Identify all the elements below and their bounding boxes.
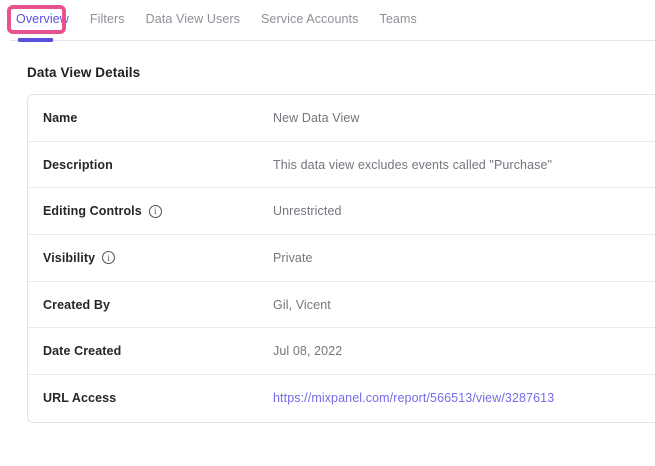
- row-value: Private: [273, 251, 313, 265]
- row-label-text: Created By: [43, 298, 110, 312]
- row-label-text: URL Access: [43, 391, 116, 405]
- active-tab-indicator: [18, 38, 53, 42]
- table-row-url-access: URL Access https://mixpanel.com/report/5…: [28, 375, 655, 422]
- row-label: Name: [28, 111, 273, 125]
- row-value: Jul 08, 2022: [273, 344, 342, 358]
- row-label-text: Editing Controls: [43, 204, 142, 218]
- tabs: Overview Filters Data View Users Service…: [16, 12, 438, 26]
- tab-overview[interactable]: Overview: [16, 12, 69, 26]
- row-label: Date Created: [28, 344, 273, 358]
- row-value: Gil, Vicent: [273, 298, 331, 312]
- row-label: Description: [28, 158, 273, 172]
- row-value: This data view excludes events called "P…: [273, 158, 552, 172]
- table-row-created-by: Created By Gil, Vicent: [28, 282, 655, 329]
- tab-bar: Overview Filters Data View Users Service…: [0, 0, 655, 41]
- tab-teams[interactable]: Teams: [379, 12, 416, 26]
- tab-filters[interactable]: Filters: [90, 12, 125, 26]
- table-row-description: Description This data view excludes even…: [28, 142, 655, 189]
- row-value: New Data View: [273, 111, 360, 125]
- row-label-text: Description: [43, 158, 113, 172]
- table-row-visibility: Visibility i Private: [28, 235, 655, 282]
- row-label-text: Name: [43, 111, 77, 125]
- table-row-editing-controls: Editing Controls i Unrestricted: [28, 188, 655, 235]
- tab-data-view-users[interactable]: Data View Users: [146, 12, 240, 26]
- row-label: URL Access: [28, 391, 273, 405]
- table-row-name: Name New Data View: [28, 95, 655, 142]
- data-view-details-card: Name New Data View Description This data…: [27, 94, 655, 423]
- data-view-url-link[interactable]: https://mixpanel.com/report/566513/view/…: [273, 391, 554, 405]
- page-title: Data View Details: [27, 65, 140, 80]
- row-label-text: Date Created: [43, 344, 121, 358]
- row-value: Unrestricted: [273, 204, 342, 218]
- row-label: Editing Controls i: [28, 204, 273, 218]
- row-label: Visibility i: [28, 251, 273, 265]
- row-value: https://mixpanel.com/report/566513/view/…: [273, 391, 554, 405]
- tab-service-accounts[interactable]: Service Accounts: [261, 12, 358, 26]
- table-row-date-created: Date Created Jul 08, 2022: [28, 328, 655, 375]
- row-label-text: Visibility: [43, 251, 95, 265]
- row-label: Created By: [28, 298, 273, 312]
- info-icon[interactable]: i: [102, 251, 115, 264]
- tabbar-divider: [10, 40, 655, 41]
- info-icon[interactable]: i: [149, 205, 162, 218]
